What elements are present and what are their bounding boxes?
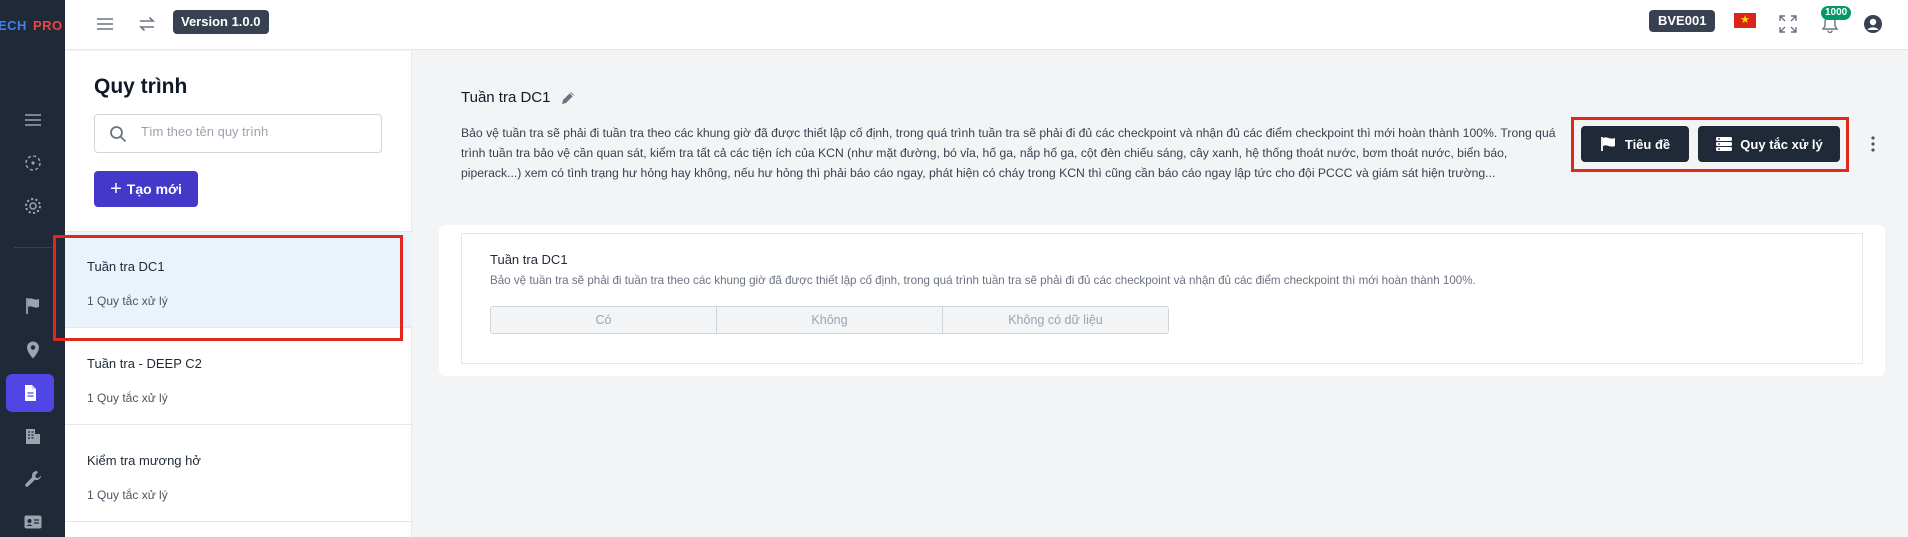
left-rail: ECH PRO	[0, 0, 65, 537]
process-detail: Tuần tra DC1 Bảo vệ tuần tra sẽ phải đi …	[413, 51, 1908, 537]
card-description: Bảo vệ tuần tra sẽ phải đi tuần tra theo…	[490, 274, 1476, 287]
process-list-item[interactable]: Tuần tra DC1 1 Quy tắc xử lý	[65, 232, 412, 328]
document-icon[interactable]	[6, 374, 54, 412]
process-list-item[interactable]: Kiểm tra mương hở 1 Quy tắc xử lý	[65, 426, 412, 522]
notification-count-badge: 1000	[1821, 6, 1852, 20]
id-card-icon[interactable]	[0, 504, 65, 537]
search-input[interactable]	[141, 124, 371, 139]
create-new-label: Tạo mới	[126, 181, 182, 197]
answer-options: Có Không Không có dữ liệu	[490, 306, 1169, 334]
plus-icon: +	[110, 178, 122, 200]
process-card: Tuần tra DC1 Bảo vệ tuần tra sẽ phải đi …	[439, 225, 1885, 376]
option-no[interactable]: Không	[717, 307, 943, 333]
edit-pencil-icon[interactable]	[560, 90, 576, 106]
site-code-badge[interactable]: BVE001	[1649, 10, 1716, 32]
server-stack-icon	[1716, 137, 1733, 151]
wrench-icon[interactable]	[0, 461, 65, 497]
create-new-button[interactable]: + Tạo mới	[94, 171, 198, 207]
logo-text-right: PRO	[33, 18, 63, 33]
gear-icon[interactable]	[0, 188, 65, 224]
search-icon	[110, 126, 127, 143]
detail-description: Bảo vệ tuần tra sẽ phải đi tuần tra theo…	[461, 126, 1556, 180]
process-list-item[interactable]: Tuần tra - DEEP C2 1 Quy tắc xử lý	[65, 329, 412, 425]
map-pin-icon[interactable]	[0, 332, 65, 368]
rules-button-label: Quy tắc xử lý	[1740, 136, 1823, 152]
process-rule-count: 1 Quy tắc xử lý	[87, 294, 168, 308]
process-card-inner: Tuần tra DC1 Bảo vệ tuần tra sẽ phải đi …	[461, 233, 1863, 364]
process-name: Tuần tra - DEEP C2	[87, 356, 202, 371]
vietnam-flag-icon[interactable]: ★	[1734, 13, 1756, 28]
process-rule-count: 1 Quy tắc xử lý	[87, 488, 168, 502]
process-list-panel: Quy trình + Tạo mới Tuần tra DC1 1 Quy t…	[53, 51, 412, 537]
rail-divider	[14, 247, 52, 248]
title-button-label: Tiêu đề	[1624, 136, 1671, 152]
menu-icon[interactable]	[92, 11, 118, 37]
page-title: Quy trình	[94, 75, 188, 98]
title-button[interactable]: Tiêu đề	[1581, 126, 1689, 162]
card-title: Tuần tra DC1	[490, 252, 568, 267]
search-box[interactable]	[94, 114, 382, 153]
top-bar: Version 1.0.0 BVE001 ★ 1000	[65, 0, 1908, 50]
building-icon[interactable]	[0, 418, 65, 454]
process-rule-count: 1 Quy tắc xử lý	[87, 391, 168, 405]
version-badge: Version 1.0.0	[173, 10, 269, 34]
logo-text-left: ECH	[0, 18, 27, 33]
rules-button[interactable]: Quy tắc xử lý	[1698, 126, 1840, 162]
process-name: Kiểm tra mương hở	[87, 453, 201, 468]
detail-title-row: Tuần tra DC1	[461, 89, 576, 106]
scan-target-icon[interactable]	[0, 145, 65, 181]
swap-icon[interactable]	[134, 11, 160, 37]
option-yes[interactable]: Có	[491, 307, 717, 333]
process-name: Tuần tra DC1	[87, 259, 165, 274]
detail-title: Tuần tra DC1	[461, 89, 551, 106]
user-avatar-icon[interactable]	[1860, 11, 1886, 37]
flag-icon	[1600, 137, 1615, 151]
menu-lines-icon[interactable]	[0, 102, 65, 138]
app-logo[interactable]: ECH PRO	[0, 18, 65, 38]
fullscreen-icon[interactable]	[1775, 11, 1801, 37]
flag-icon[interactable]	[0, 288, 65, 324]
more-options-icon[interactable]	[1863, 131, 1883, 157]
option-no-data[interactable]: Không có dữ liệu	[943, 307, 1168, 333]
